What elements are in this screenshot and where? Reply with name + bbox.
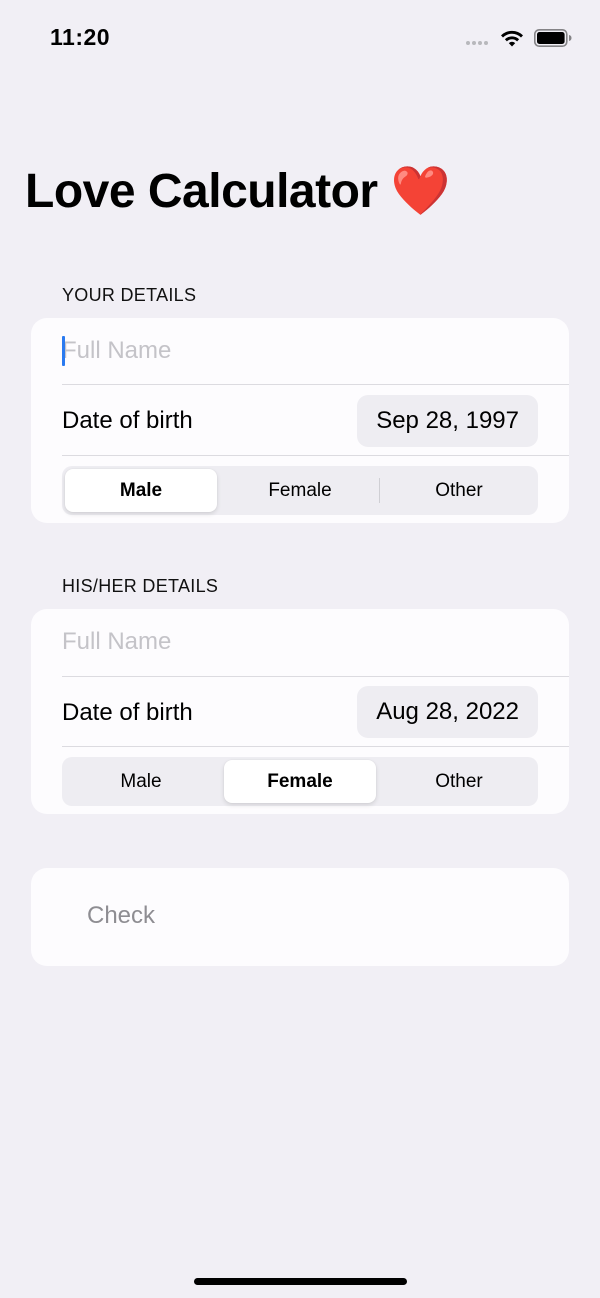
your-dob-label: Date of birth — [62, 407, 193, 434]
app-screen: 11:20 Love Calculator ❤️ YOUR DETAILS Da… — [0, 0, 600, 1298]
partner-name-row — [62, 609, 569, 675]
heart-icon: ❤️ — [390, 165, 450, 218]
your-dob-picker[interactable]: Sep 28, 1997 — [357, 395, 538, 447]
partner-full-name-input[interactable] — [62, 609, 569, 675]
page-title-text: Love Calculator — [25, 165, 378, 218]
text-caret — [62, 336, 65, 366]
partner-details-card: Date of birth Aug 28, 2022 Male Female O… — [31, 609, 569, 814]
partner-gender-segmented-control: Male Female Other — [62, 757, 538, 806]
your-details-header: YOUR DETAILS — [62, 285, 197, 305]
divider — [62, 676, 569, 677]
your-gender-female-segment[interactable]: Female — [224, 469, 376, 512]
your-details-card: Date of birth Sep 28, 1997 Male Female O… — [31, 318, 569, 523]
home-indicator[interactable] — [194, 1278, 407, 1285]
your-full-name-input[interactable] — [62, 318, 569, 384]
partner-dob-picker[interactable]: Aug 28, 2022 — [357, 686, 538, 738]
status-time: 11:20 — [50, 24, 111, 50]
battery-icon — [534, 29, 572, 47]
check-card[interactable]: Check — [31, 868, 569, 966]
wifi-icon — [501, 30, 523, 47]
divider — [62, 384, 569, 385]
partner-dob-label: Date of birth — [62, 699, 193, 726]
partner-gender-male-segment[interactable]: Male — [65, 760, 217, 803]
your-name-row — [62, 318, 569, 384]
partner-details-header: HIS/HER DETAILS — [62, 576, 219, 596]
your-gender-male-segment[interactable]: Male — [65, 469, 217, 512]
status-bar: 11:20 — [0, 0, 600, 74]
check-button[interactable]: Check — [87, 902, 155, 930]
segment-separator — [379, 478, 380, 503]
divider — [62, 746, 569, 747]
your-gender-segmented-control: Male Female Other — [62, 466, 538, 515]
your-gender-other-segment[interactable]: Other — [383, 469, 535, 512]
partner-gender-other-segment[interactable]: Other — [383, 760, 535, 803]
divider — [62, 455, 569, 456]
page-title: Love Calculator ❤️ — [25, 162, 450, 219]
cellular-signal-icon — [466, 41, 490, 47]
partner-gender-female-segment[interactable]: Female — [224, 760, 376, 803]
